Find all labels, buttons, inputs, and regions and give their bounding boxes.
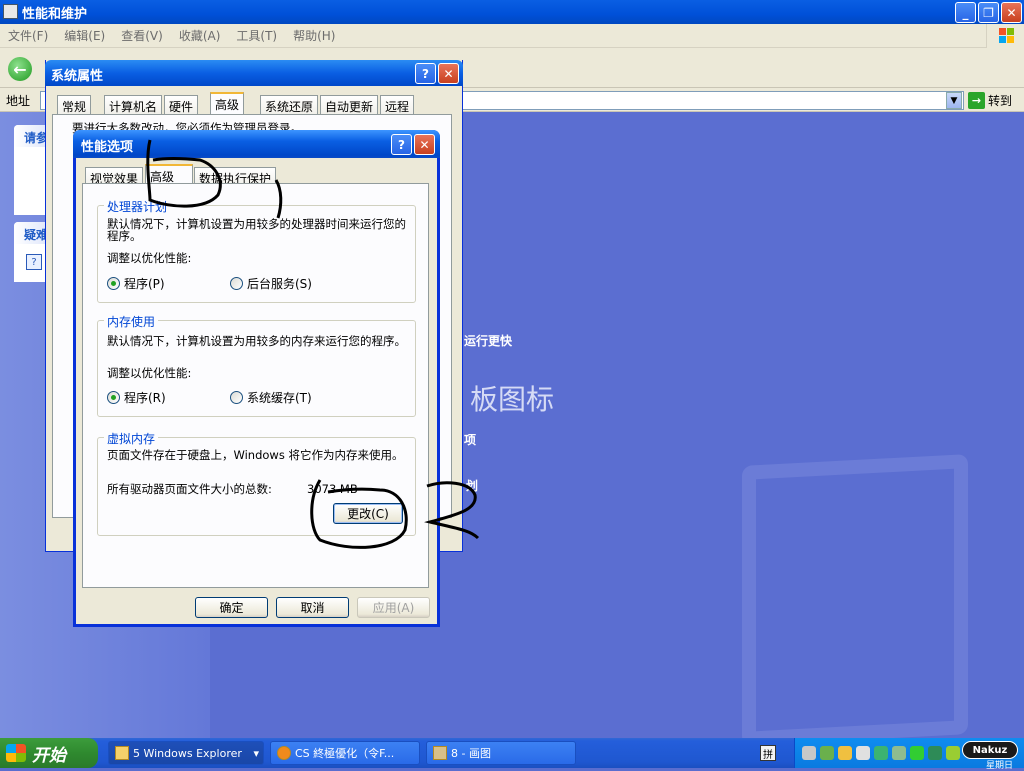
chevron-down-icon[interactable]: ▼ [946,92,962,109]
task-paint-label: 8 - 画图 [451,747,491,760]
restore-button[interactable]: ❐ [978,2,999,23]
tray-app-icon[interactable] [838,746,852,760]
windows-flag-icon [6,744,26,762]
radio-selected-icon [107,391,120,404]
firefox-icon [277,746,291,760]
virtual-memory-desc: 页面文件存在于硬盘上，Windows 将它作为内存来使用。 [107,448,404,462]
tray-clock[interactable]: 星期日 [986,758,1013,771]
explorer-title-bar: 性能和维护 [0,0,1024,24]
processor-programs-label: 程序(P) [124,277,165,291]
sys-close-button[interactable]: ✕ [438,63,459,84]
bg-link-plan[interactable]: 划 [466,477,478,494]
memory-desc: 默认情况下，计算机设置为用较多的内存来运行您的程序。 [107,334,406,348]
menu-help[interactable]: 帮助(H) [285,27,343,44]
tray-app-icon[interactable] [910,746,924,760]
tab-general[interactable]: 常规 [57,95,92,114]
address-label: 地址 [6,94,31,108]
apply-button[interactable]: 应用(A) [357,597,430,618]
nakuz-tray-badge[interactable]: Nakuz [962,741,1018,759]
chevron-down-icon: ▾ [253,746,259,760]
virtual-memory-group-label: 虚拟内存 [104,430,159,447]
task-browser-label: CS 終極優化（令F... [295,747,395,760]
memory-programs-label: 程序(R) [124,391,166,405]
performance-options-title: 性能选项 [73,130,440,158]
tab-advanced[interactable]: 高级 [210,92,245,114]
control-panel-watermark-icon [742,454,968,746]
paging-total-label: 所有驱动器页面文件大小的总数: [107,482,272,496]
close-button[interactable]: ✕ [1001,2,1022,23]
tray-app-icon[interactable] [874,746,888,760]
radio-selected-icon [107,277,120,290]
change-virtual-memory-button[interactable]: 更改(C) [333,503,403,524]
start-label: 开始 [32,745,66,766]
paging-total-value: 3073 MB [307,482,358,496]
task-windows-explorer[interactable]: 5 Windows Explorer ▾ [108,741,264,765]
folder-icon [115,746,129,760]
memory-cache-radio[interactable]: 系统缓存(T) [230,389,312,406]
processor-group: 处理器计划 默认情况下，计算机设置为用较多的处理器时间来运行您的程序。 调整以优… [97,198,416,303]
processor-background-label: 后台服务(S) [247,277,312,291]
language-bar[interactable]: 拼 [760,745,776,761]
ok-button[interactable]: 确定 [195,597,268,618]
processor-background-radio[interactable]: 后台服务(S) [230,275,312,292]
menu-edit[interactable]: 编辑(E) [56,27,113,44]
menu-bar: 文件(F) 编辑(E) 查看(V) 收藏(A) 工具(T) 帮助(H) [0,24,1024,48]
tab-auto-update[interactable]: 自动更新 [320,95,379,114]
memory-group-label: 内存使用 [104,313,159,330]
tab-remote[interactable]: 远程 [380,95,415,114]
performance-options-title-text: 性能选项 [81,140,134,155]
task-windows-explorer-label: 5 Windows Explorer [133,746,242,760]
tab-hardware[interactable]: 硬件 [164,95,199,114]
folder-icon [3,4,18,19]
go-button[interactable]: → 转到 [968,90,1022,110]
tray-app-icon[interactable] [802,746,816,760]
back-arrow-icon[interactable]: ← [8,57,32,81]
memory-programs-radio[interactable]: 程序(R) [107,389,166,406]
task-browser[interactable]: CS 終極優化（令F... [270,741,420,765]
go-arrow-icon: → [968,91,985,109]
tray-app-icon[interactable] [928,746,942,760]
tray-app-icon[interactable] [892,746,906,760]
windows-logo-icon [986,24,1024,48]
processor-desc: 默认情况下，计算机设置为用较多的处理器时间来运行您的程序。 [107,217,406,243]
help-icon[interactable]: ? [26,254,42,270]
sys-help-button[interactable]: ? [415,63,436,84]
memory-group: 内存使用 默认情况下，计算机设置为用较多的内存来运行您的程序。 调整以优化性能:… [97,313,416,417]
memory-cache-label: 系统缓存(T) [247,391,312,405]
menu-file[interactable]: 文件(F) [0,27,56,44]
network-icon[interactable] [946,746,960,760]
system-properties-title-text: 系统属性 [51,69,104,84]
perf-help-button[interactable]: ? [391,134,412,155]
bg-link-faster[interactable]: 运行更快 [464,332,512,349]
tab-computer-name[interactable]: 计算机名 [104,95,163,114]
tab-system-restore[interactable]: 系统还原 [260,95,319,114]
radio-unselected-icon [230,391,243,404]
minimize-button[interactable]: _ [955,2,976,23]
perf-close-button[interactable]: ✕ [414,134,435,155]
start-button[interactable]: 开始 [0,738,98,768]
processor-group-label: 处理器计划 [104,198,171,215]
memory-adjust-label: 调整以优化性能: [107,366,192,380]
menu-favorites[interactable]: 收藏(A) [171,27,229,44]
processor-adjust-label: 调整以优化性能: [107,251,192,265]
processor-programs-radio[interactable]: 程序(P) [107,275,165,292]
go-label: 转到 [988,93,1013,108]
paint-icon [433,746,447,760]
tray-app-icon[interactable] [820,746,834,760]
volume-icon[interactable] [856,746,870,760]
explorer-title: 性能和维护 [22,6,88,22]
menu-tools[interactable]: 工具(T) [228,27,285,44]
system-properties-title: 系统属性 [45,60,463,86]
menu-view[interactable]: 查看(V) [113,27,171,44]
bg-link-options[interactable]: 项 [464,431,476,448]
radio-unselected-icon [230,277,243,290]
task-paint[interactable]: 8 - 画图 [426,741,576,765]
cancel-button[interactable]: 取消 [276,597,349,618]
bg-heading-icons: 板图标 [470,383,555,416]
